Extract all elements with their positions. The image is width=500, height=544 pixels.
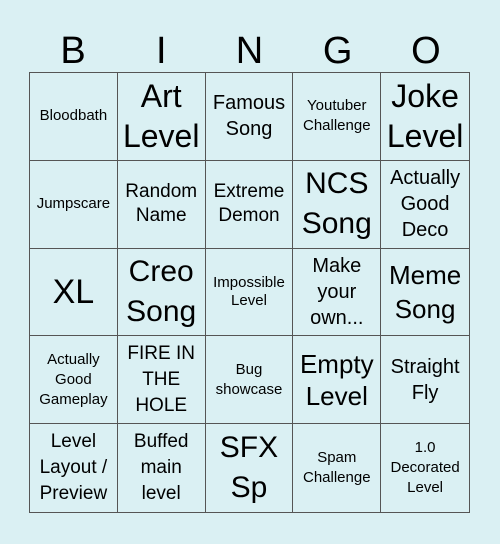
cell-text: Art Level: [122, 78, 200, 155]
cell-text: Buffed main level: [133, 431, 189, 505]
cell-text: Creo Song: [126, 254, 197, 328]
bingo-cell[interactable]: Art Level: [117, 73, 206, 161]
cell-text: XL: [52, 272, 95, 311]
cell-text: Famous Song: [212, 92, 286, 141]
header-letter-n: N: [235, 29, 264, 72]
bingo-header: B I N G O: [29, 28, 470, 73]
bingo-cell[interactable]: 1.0 Decorated Level: [381, 424, 469, 512]
header-letter-i: I: [156, 29, 167, 72]
cell-text: Empty Level: [299, 348, 374, 411]
cell-text: Extreme Demon: [213, 181, 285, 227]
bingo-cell[interactable]: Spam Challenge: [293, 424, 382, 512]
bingo-cell[interactable]: Famous Song: [205, 73, 294, 161]
bingo-cell[interactable]: Random Name: [117, 160, 206, 249]
bingo-cell[interactable]: Meme Song: [381, 249, 469, 337]
cell-text: Bug showcase: [215, 360, 283, 398]
cell-text: Meme Song: [388, 259, 462, 324]
bingo-cell[interactable]: Impossible Level: [205, 248, 294, 337]
cell-text: FIRE IN THE HOLE: [127, 342, 195, 416]
cell-text: NCS Song: [301, 167, 372, 241]
cell-text: Make your own...: [310, 254, 364, 329]
cell-text: Straight Fly: [390, 355, 460, 404]
cell-text: Jumpscare: [36, 195, 111, 213]
header-letter-g: G: [322, 29, 353, 72]
bingo-grid: Bloodbath Art Level Famous Song Youtuber…: [29, 72, 470, 513]
header-letter-o: O: [411, 29, 441, 72]
cell-text: SFX Sp: [219, 431, 279, 505]
bingo-cell[interactable]: Actually Good Deco: [381, 161, 469, 249]
bingo-cell[interactable]: Joke Level: [381, 73, 469, 161]
bingo-cell[interactable]: FIRE IN THE HOLE: [117, 336, 206, 425]
cell-text: Level Layout / Preview: [39, 431, 108, 505]
cell-text: Actually Good Gameplay: [39, 350, 108, 408]
bingo-cell[interactable]: Make your own...: [293, 248, 382, 337]
cell-text: Actually Good Deco: [390, 167, 461, 242]
bingo-cell[interactable]: Buffed main level: [118, 424, 206, 512]
bingo-cell[interactable]: Empty Level: [293, 336, 382, 425]
bingo-cell[interactable]: Level Layout / Preview: [30, 424, 118, 512]
bingo-cell[interactable]: Jumpscare: [30, 160, 118, 249]
cell-text: Youtuber Challenge: [303, 97, 371, 135]
bingo-cell[interactable]: SFX Sp: [206, 424, 294, 512]
bingo-cell[interactable]: Youtuber Challenge: [293, 73, 382, 161]
bingo-cell[interactable]: Bug showcase: [205, 336, 294, 425]
bingo-cell[interactable]: Extreme Demon: [205, 160, 294, 249]
bingo-cell[interactable]: Bloodbath: [30, 73, 118, 161]
header-letter-b: B: [60, 29, 86, 72]
bingo-cell[interactable]: Creo Song: [117, 248, 206, 337]
cell-text: 1.0 Decorated Level: [390, 439, 460, 497]
cell-text: Bloodbath: [39, 107, 108, 125]
cell-text: Impossible Level: [213, 273, 285, 309]
cell-text: Spam Challenge: [303, 449, 371, 487]
bingo-cell[interactable]: XL: [30, 248, 118, 337]
bingo-cell[interactable]: Straight Fly: [381, 336, 469, 425]
cell-text: Joke Level: [386, 78, 464, 155]
bingo-cell[interactable]: NCS Song: [293, 160, 382, 249]
bingo-cell[interactable]: Actually Good Gameplay: [30, 336, 118, 425]
cell-text: Random Name: [125, 181, 198, 227]
